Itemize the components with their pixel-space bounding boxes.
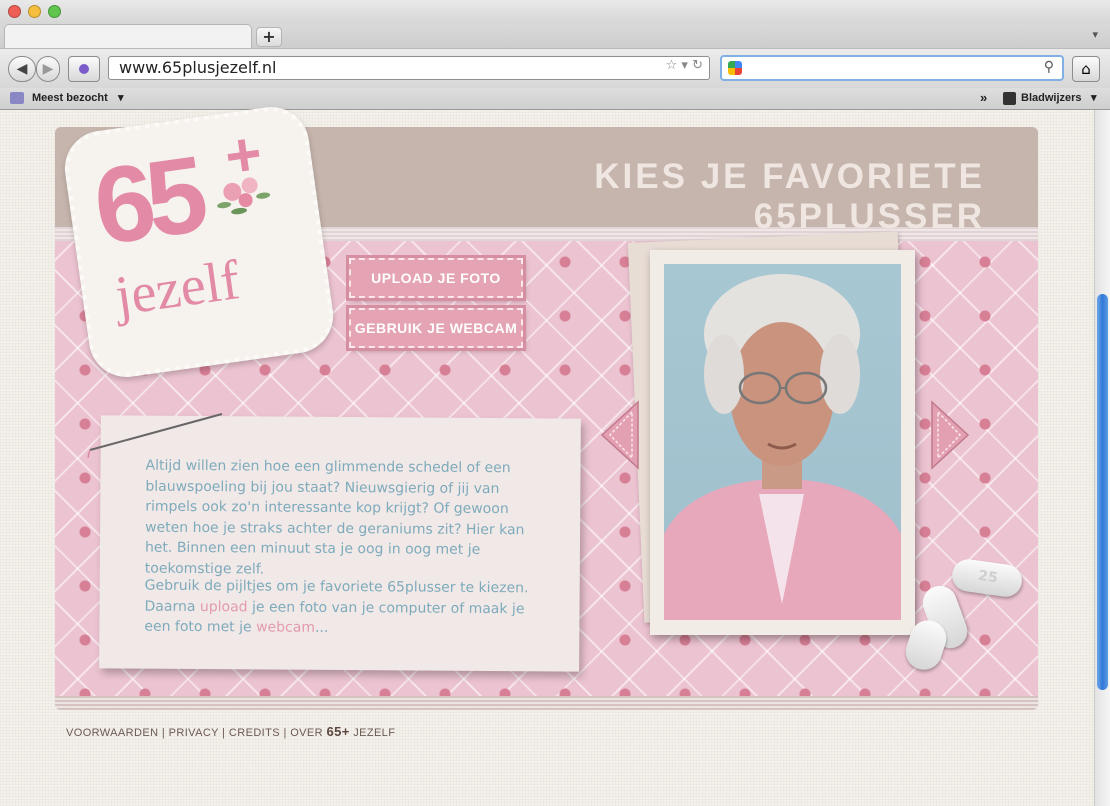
bookmarks-icon bbox=[1003, 92, 1016, 105]
reload-icon[interactable]: ↻ bbox=[692, 58, 703, 73]
footer-brand-suffix: JEZELF bbox=[353, 727, 396, 739]
footer-separator: | bbox=[283, 727, 287, 739]
tab-list-button[interactable]: ▾ bbox=[1092, 28, 1098, 41]
senior-portrait-image bbox=[664, 264, 901, 620]
footer-separator: | bbox=[161, 727, 166, 739]
footer-about-link[interactable]: OVER 65+ JEZELF bbox=[290, 724, 396, 739]
window-titlebar bbox=[0, 0, 1110, 24]
bottom-stripe bbox=[55, 696, 1038, 710]
photo-frame bbox=[650, 250, 915, 635]
previous-arrow-button[interactable] bbox=[600, 400, 640, 470]
bookmarks-dropdown-icon[interactable]: ▾ bbox=[1091, 91, 1097, 104]
overflow-chevron-icon[interactable]: » bbox=[980, 90, 987, 105]
intro-text: Altijd willen zien hoe een glimmende sch… bbox=[144, 457, 525, 577]
footer-credits-link[interactable]: CREDITS bbox=[229, 727, 280, 739]
footer-brand: 65+ bbox=[326, 724, 350, 739]
upload-link[interactable]: upload bbox=[200, 599, 248, 615]
tab-active[interactable] bbox=[4, 24, 252, 48]
site-logo[interactable]: 65 + jezelf bbox=[59, 102, 339, 382]
forward-button[interactable]: ▶ bbox=[36, 56, 60, 82]
footer-privacy-link[interactable]: PRIVACY bbox=[169, 727, 219, 739]
most-visited-folder-icon bbox=[10, 92, 24, 104]
scrollbar-thumb[interactable] bbox=[1097, 294, 1108, 690]
page-title: KIES JE FAVORIETE 65PLUSSER bbox=[594, 157, 985, 236]
back-button[interactable]: ◀ bbox=[8, 56, 36, 82]
bookmarks-menu[interactable]: Bladwijzers bbox=[1021, 92, 1082, 104]
roses-icon bbox=[217, 177, 271, 215]
bookmarks-toolbar: Meest bezocht ▾ » Bladwijzers ▾ bbox=[0, 88, 1110, 110]
page-background: KIES JE FAVORIETE 65PLUSSER 65 + jezelf … bbox=[0, 102, 1094, 806]
most-visited-bookmark[interactable]: Meest bezocht bbox=[32, 92, 108, 104]
most-visited-dropdown-icon[interactable]: ▾ bbox=[118, 91, 124, 104]
needle-thread-icon bbox=[87, 413, 223, 458]
instructions-part3: ... bbox=[314, 619, 329, 636]
next-arrow-button[interactable] bbox=[930, 400, 970, 470]
footer-links: VOORWAARDEN | PRIVACY | CREDITS | OVER 6… bbox=[66, 724, 395, 739]
webcam-link[interactable]: webcam bbox=[256, 619, 315, 635]
site-icon bbox=[79, 64, 89, 74]
upload-photo-button[interactable]: UPLOAD JE FOTO bbox=[349, 258, 523, 298]
star-bookmark-icon[interactable]: ☆ bbox=[666, 58, 678, 73]
history-dropdown-icon[interactable]: ▾ bbox=[681, 58, 688, 73]
url-text: www.65plusjezelf.nl bbox=[119, 58, 277, 77]
instructions-text: Gebruik de pijltjes om je favoriete 65pl… bbox=[144, 576, 539, 640]
search-magnifier-icon[interactable]: ⚲ bbox=[1044, 59, 1054, 75]
address-bar[interactable]: www.65plusjezelf.nl ☆ ▾ ↻ bbox=[108, 56, 710, 80]
search-box[interactable]: ⚲ bbox=[720, 55, 1064, 81]
zoom-window-button[interactable] bbox=[48, 5, 61, 18]
footer-voorwaarden-link[interactable]: VOORWAARDEN bbox=[66, 727, 158, 739]
close-window-button[interactable] bbox=[8, 5, 21, 18]
use-webcam-button[interactable]: GEBRUIK JE WEBCAM bbox=[349, 308, 523, 348]
url-bar-icons: ☆ ▾ ↻ bbox=[666, 58, 703, 73]
new-tab-button[interactable]: + bbox=[256, 27, 282, 47]
footer-separator: | bbox=[222, 727, 226, 739]
google-engine-icon[interactable] bbox=[728, 61, 742, 75]
vertical-scrollbar[interactable] bbox=[1094, 110, 1110, 806]
pill-text: 25 bbox=[977, 567, 999, 587]
portrait-illustration bbox=[664, 274, 901, 620]
minimize-window-button[interactable] bbox=[28, 5, 41, 18]
footer-about-label: OVER bbox=[290, 727, 323, 739]
logo-number: 65 bbox=[86, 133, 207, 268]
site-identity-button[interactable] bbox=[68, 56, 100, 82]
home-button[interactable]: ⌂ bbox=[1072, 56, 1100, 82]
